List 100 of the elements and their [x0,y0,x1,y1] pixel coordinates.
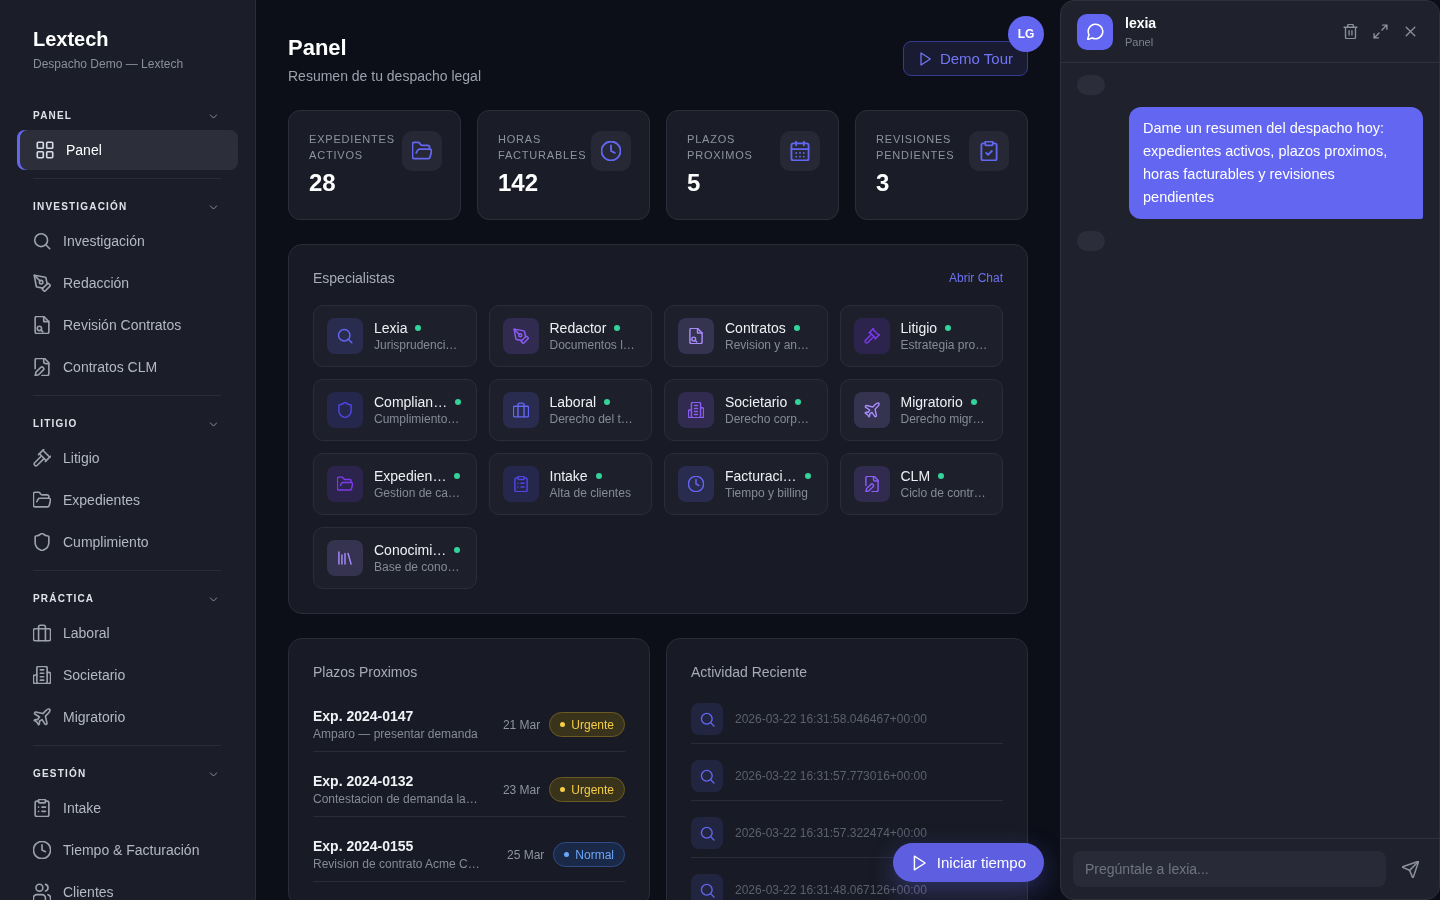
case-description: Revision de contrato Acme C… [313,856,481,872]
panel-title: Actividad Reciente [691,663,807,681]
sidebar-item[interactable]: Expedientes [17,480,238,520]
case-number: Exp. 2024-0132 [313,772,415,790]
sidebar-item[interactable]: Investigación [17,221,238,261]
sidebar-item[interactable]: Migratorio [17,697,238,737]
stat-value: 5 [687,169,702,197]
dot-icon [560,787,566,792]
agent-name: Intake [549,467,588,485]
open-chat-link[interactable]: Abrir Chat [948,271,1003,285]
agent-card[interactable]: Redactor Documentos l… [488,305,652,367]
stat-value: 3 [876,169,891,197]
case-description: Contestacion de demanda la… [313,791,479,807]
clock-icon [591,131,631,171]
folder-icon [402,131,442,171]
agent-name: Migratorio [900,393,963,411]
sidebar-item[interactable]: Tiempo & Facturación [17,830,238,870]
section-toggle[interactable]: LITIGIO [33,416,221,432]
user-message: Dame un resumen del despacho hoy: expedientes activos, plazos proximos, horas facturables y revisiones pendientes [1129,107,1423,219]
case-number: Exp. 2024-0155 [313,837,415,855]
chat-bubble-icon [1077,13,1113,50]
chat-subtitle: Panel [1125,35,1155,49]
users-icon [33,883,51,900]
page-subtitle: Resumen de tu despacho legal [288,67,482,86]
search-icon [33,232,51,250]
grid-icon [36,141,54,159]
sidebar-item[interactable]: Litigio [17,438,238,478]
pen-nib-icon [33,274,51,292]
priority-text: Urgente [571,717,614,732]
agent-description: Derecho corp… [725,411,810,427]
stat-label: PLAZOS PROXIMOS [687,132,754,163]
stat-label: EXPEDIENTES ACTIVOS [309,132,396,163]
chat-input[interactable]: Pregúntale a lexia... [1073,851,1386,887]
section-toggle[interactable]: PRÁCTICA [33,591,221,607]
due-date: 21 Mar [502,717,541,732]
sidebar-item[interactable]: Redacción [17,263,238,303]
clipboard-list-icon [33,799,51,817]
expand-icon[interactable] [1373,24,1388,39]
activity-timestamp: 2026-03-22 16:31:48.067126+00:00 [735,883,927,897]
agent-description: Jurisprudenci… [374,337,458,353]
agent-card[interactable]: Contratos Revision y an… [664,305,828,367]
panel-title: Especialistas [313,269,395,287]
agent-card[interactable]: Litigio Estrategia pro… [839,305,1003,367]
section-toggle[interactable]: PANEL [33,108,221,124]
agent-description: Derecho del t… [549,411,633,427]
case-number: Exp. 2024-0147 [313,707,415,725]
stat-value: 28 [309,169,337,197]
gavel-icon [33,449,51,467]
stat-label: REVISIONES PENDIENTES [876,132,956,163]
user-avatar[interactable]: LG [1008,16,1044,52]
demo-tour-button[interactable]: Demo Tour [902,41,1028,76]
sidebar-item[interactable]: Contratos CLM [17,347,238,387]
case-description: Amparo — presentar demanda [313,726,479,742]
agent-card[interactable]: Lexia Jurisprudenci… [313,305,477,367]
search-icon [691,760,723,792]
stat-label: HORAS FACTURABLES [498,132,587,163]
start-timer-button[interactable]: Iniciar tiempo [892,843,1044,882]
folder-icon [33,491,51,509]
agent-description: Ciclo de contr… [900,485,986,501]
search-icon [691,703,723,735]
agent-card[interactable]: Migratorio Derecho migr… [839,379,1003,441]
panel-title: Plazos Proximos [313,663,418,681]
agent-description: Derecho migr… [900,411,985,427]
agent-description: Tiempo y billing [725,485,809,501]
agent-name: Expedien… [374,467,447,485]
priority-text: Urgente [571,782,614,797]
close-icon[interactable] [1403,24,1418,39]
clipboard-check-icon [969,131,1009,171]
sidebar-item[interactable]: Revisión Contratos [17,305,238,345]
agent-card[interactable]: Complian… Cumplimiento… [313,379,477,441]
agent-description: Base de cono… [374,559,461,575]
agent-name: Litigio [900,319,938,337]
play-icon [917,51,932,66]
agent-card[interactable]: Laboral Derecho del t… [488,379,652,441]
trash-icon[interactable] [1343,24,1358,39]
send-icon[interactable] [1402,860,1419,878]
agent-name: Societario [725,393,788,411]
sidebar-item[interactable]: Intake [17,788,238,828]
sidebar-item[interactable]: Societario [17,655,238,695]
agent-card[interactable]: CLM Ciclo de contr… [839,453,1003,515]
agent-card[interactable]: Expedien… Gestion de ca… [313,453,477,515]
agent-card[interactable]: Societario Derecho corp… [664,379,828,441]
agent-name: Laboral [549,393,597,411]
building-icon [33,666,51,684]
sidebar-item[interactable]: Panel [17,130,238,170]
agent-card[interactable]: Facturaci… Tiempo y billing [664,453,828,515]
search-icon [691,817,723,849]
agent-card[interactable]: Conocimi… Base de cono… [313,527,477,589]
agent-name: Contratos [725,319,786,337]
agent-card[interactable]: Intake Alta de clientes [488,453,652,515]
agent-description: Gestion de ca… [374,485,461,501]
section-toggle[interactable]: INVESTIGACIÓN [33,199,221,215]
sidebar-item[interactable]: Cumplimiento [17,522,238,562]
agent-name: Complian… [374,393,448,411]
stat-value: 142 [498,169,540,197]
sidebar-item[interactable]: Clientes [17,872,238,900]
workspace-subtitle: Despacho Demo — Lextech [33,56,185,72]
shield-icon [33,533,51,551]
section-toggle[interactable]: GESTIÓN [33,766,221,782]
sidebar-item[interactable]: Laboral [17,613,238,653]
